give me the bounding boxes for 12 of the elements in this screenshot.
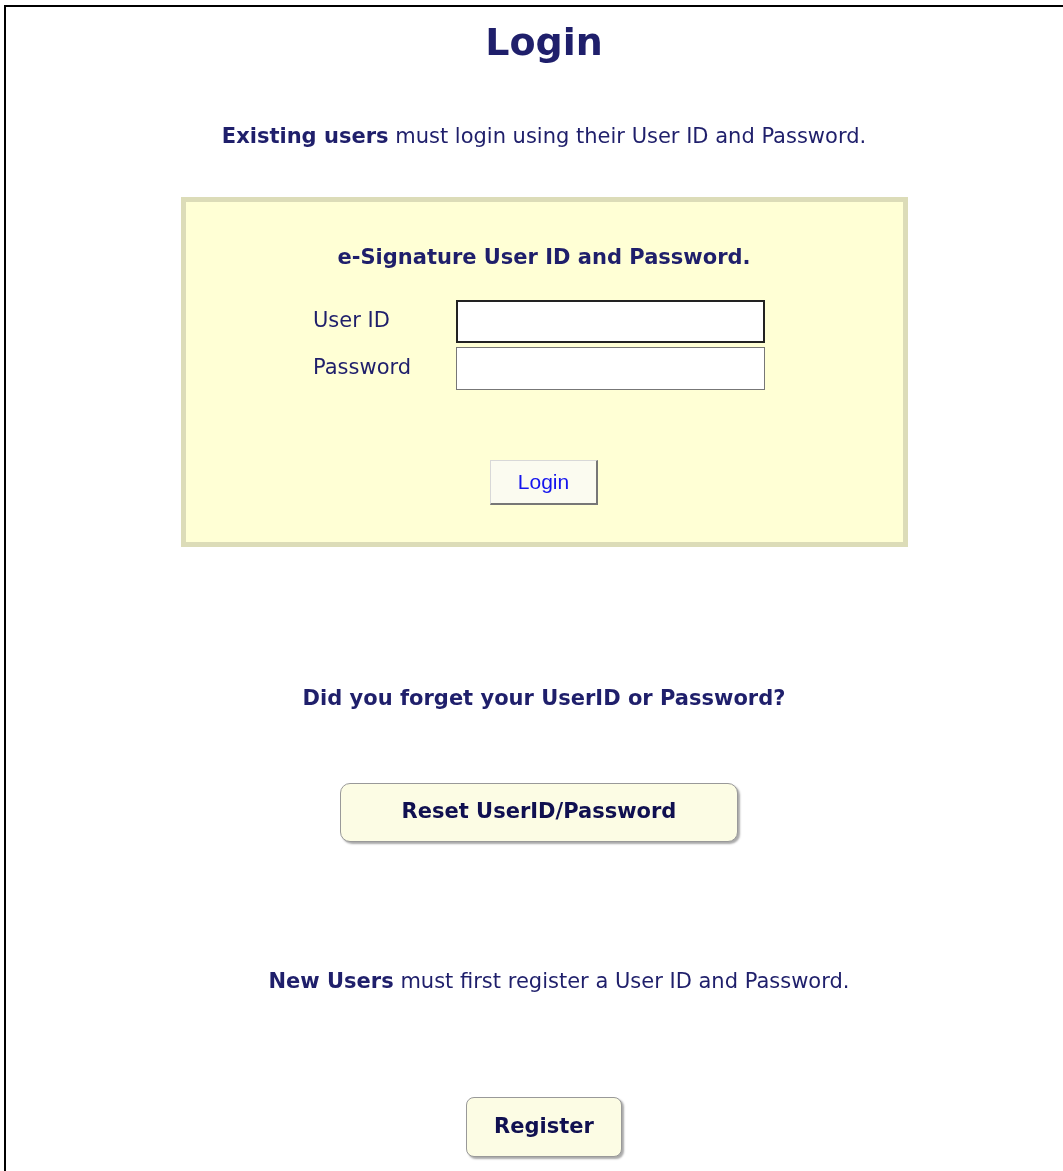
text-field[interactable]: [456, 299, 765, 343]
forgot-question: Did you forget your UserID or Password?: [302, 685, 786, 712]
text-field[interactable]: [456, 346, 765, 390]
field-label: User ID: [313, 307, 391, 335]
login-button[interactable]: Login: [490, 459, 598, 505]
panel-heading: e-Signature User ID and Password.: [337, 244, 751, 271]
register-button[interactable]: Register: [466, 1097, 622, 1157]
page-title: Login: [485, 19, 603, 65]
intro-text: Existing users must login using their User ID and Password.: [220, 123, 868, 150]
field-label: Password: [313, 354, 413, 382]
reset-button[interactable]: Reset UserID/Password: [340, 782, 738, 842]
new-users-text: New Users must first register a User ID and Password.: [268, 967, 850, 995]
